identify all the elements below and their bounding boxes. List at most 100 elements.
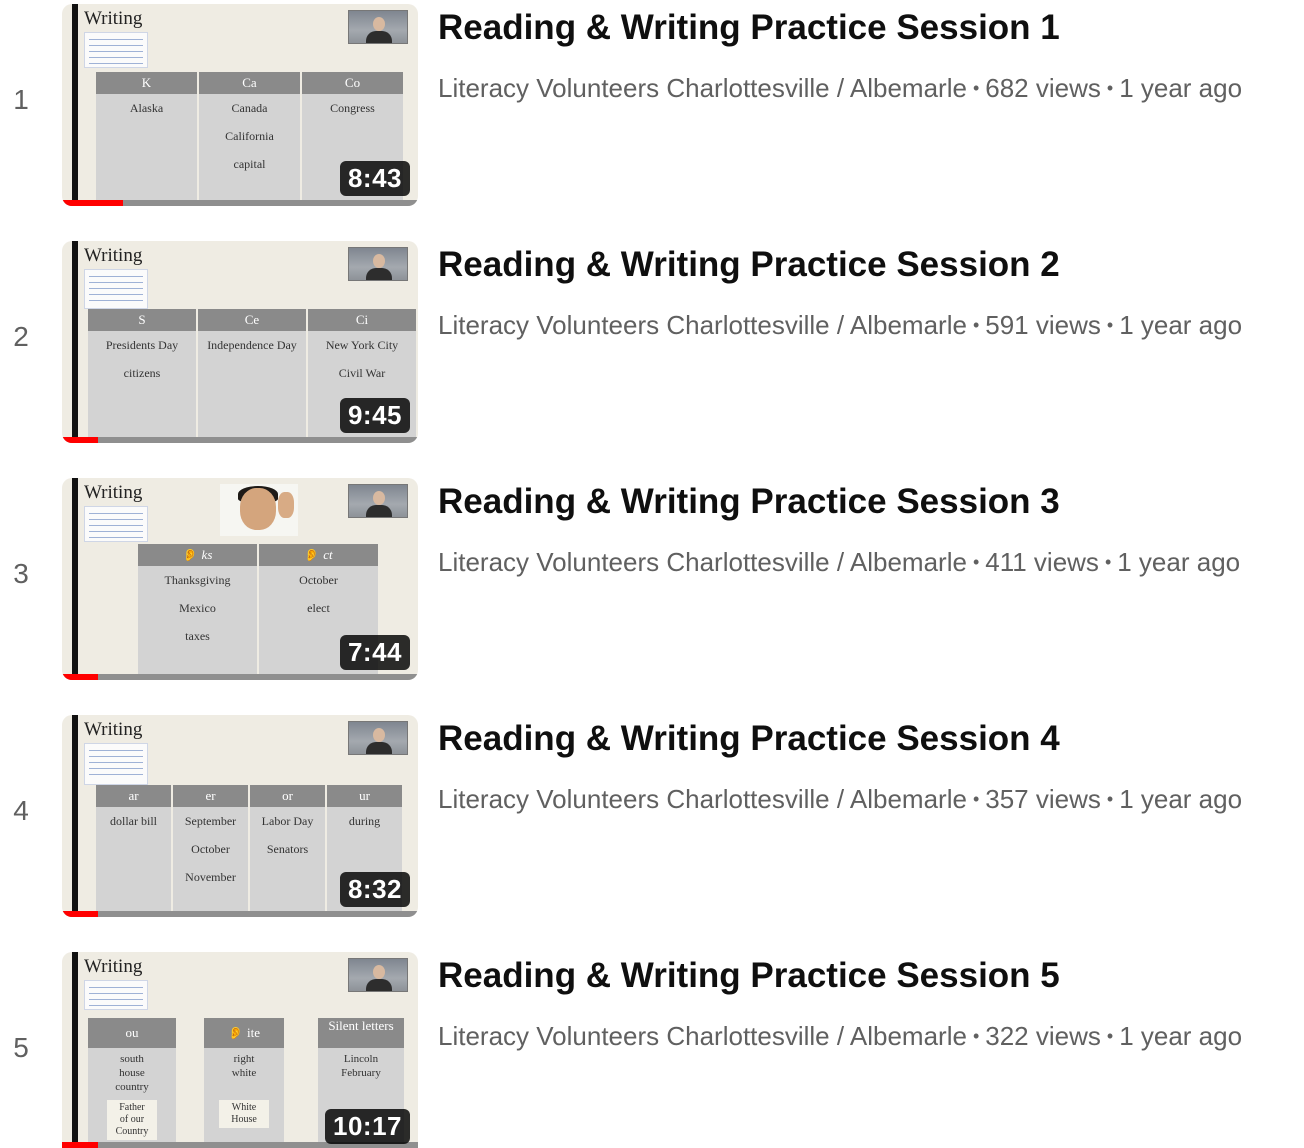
- video-title[interactable]: Reading & Writing Practice Session 2: [438, 245, 1060, 285]
- column-word: Thanksgiving: [164, 573, 231, 587]
- video-thumbnail[interactable]: Writing S Presidents Day citizens Ce Ind…: [62, 241, 418, 443]
- upload-age: 1 year ago: [1119, 73, 1243, 103]
- video-list-item[interactable]: 4 Writing ar dollar bill er September Oc…: [0, 711, 1304, 948]
- video-title[interactable]: Reading & Writing Practice Session 3: [438, 482, 1060, 522]
- column-word: Civil War: [338, 366, 386, 380]
- video-title[interactable]: Reading & Writing Practice Session 4: [438, 719, 1060, 759]
- separator-dot: •: [972, 1026, 980, 1046]
- separator-dot: •: [972, 789, 980, 809]
- separator-dot: •: [972, 315, 980, 335]
- column-header: ur: [327, 785, 402, 807]
- view-count: 357 views: [985, 784, 1101, 814]
- phrase-box: Father of our Country: [107, 1100, 157, 1140]
- channel-name[interactable]: Literacy Volunteers Charlottesville / Al…: [438, 547, 967, 577]
- column-word: during: [348, 814, 381, 828]
- watch-progress-fill: [62, 437, 98, 443]
- duration-badge: 8:43: [339, 161, 410, 196]
- separator-dot: •: [1106, 78, 1114, 98]
- separator-dot: •: [1106, 315, 1114, 335]
- watch-progress-bar: [62, 674, 418, 680]
- column-word: dollar bill: [110, 814, 157, 828]
- column-word: Canada: [231, 101, 268, 115]
- ear-icon: 👂: [182, 548, 198, 562]
- video-title[interactable]: Reading & Writing Practice Session 1: [438, 8, 1060, 48]
- separator-dot: •: [1104, 552, 1112, 572]
- column-word: Senators: [266, 842, 309, 856]
- separator-dot: •: [972, 552, 980, 572]
- upload-age: 1 year ago: [1119, 784, 1243, 814]
- slide-column: 👂 ite right white White House: [204, 1018, 284, 1148]
- video-meta: Literacy Volunteers Charlottesville / Al…: [438, 73, 1242, 104]
- video-list-item[interactable]: 1 Writing K Alaska Ca Canada California …: [0, 0, 1304, 237]
- video-thumbnail[interactable]: Writing ar dollar bill er September Octo…: [62, 715, 418, 917]
- watch-progress-fill: [62, 200, 123, 206]
- slide-column: 👂 ks Thanksgiving Mexico taxes: [138, 544, 257, 674]
- column-word: Lincoln: [343, 1053, 379, 1065]
- watch-progress-fill: [62, 1142, 98, 1148]
- playlist-index: 4: [13, 795, 29, 826]
- column-word: elect: [307, 601, 330, 615]
- ear-icon: 👂: [228, 1026, 243, 1040]
- playlist-index: 5: [13, 1032, 29, 1063]
- slide-border: [72, 478, 78, 674]
- slide-border: [72, 241, 78, 437]
- watch-progress-bar: [62, 200, 418, 206]
- watch-progress-bar: [62, 911, 418, 917]
- presenter-webcam: [348, 10, 408, 44]
- column-word: Alaska: [129, 101, 164, 115]
- slide-border: [72, 715, 78, 911]
- column-header: K: [96, 72, 197, 94]
- separator-dot: •: [972, 78, 980, 98]
- playlist-index: 1: [13, 84, 29, 115]
- column-header: or: [250, 785, 325, 807]
- upload-age: 1 year ago: [1119, 1021, 1243, 1051]
- video-thumbnail[interactable]: Writing K Alaska Ca Canada California ca…: [62, 4, 418, 206]
- watch-progress-fill: [62, 911, 98, 917]
- slide-heading: Writing: [84, 8, 143, 29]
- column-header: Ce: [198, 309, 306, 331]
- slide-column: ou south house country Father of our Cou…: [88, 1018, 176, 1148]
- slide-heading: Writing: [84, 482, 143, 503]
- view-count: 591 views: [985, 310, 1101, 340]
- slide-heading: Writing: [84, 956, 143, 977]
- channel-name[interactable]: Literacy Volunteers Charlottesville / Al…: [438, 73, 967, 103]
- column-header: 👂 ks: [138, 544, 257, 566]
- playlist-index: 3: [13, 558, 29, 589]
- duration-badge: 7:44: [339, 635, 410, 670]
- phrase-word: Country: [115, 1126, 149, 1137]
- watch-progress-bar: [62, 437, 418, 443]
- column-word: November: [185, 870, 236, 884]
- column-header: Co: [302, 72, 403, 94]
- column-header: Silent letters: [318, 1018, 404, 1048]
- column-header: ar: [96, 785, 171, 807]
- column-word: capital: [233, 157, 266, 171]
- column-header: Ca: [199, 72, 300, 94]
- video-list-item[interactable]: 5 Writing ou south house country Father …: [0, 948, 1304, 1148]
- video-list-item[interactable]: 2 Writing S Presidents Day citizens Ce I…: [0, 237, 1304, 474]
- presenter-webcam: [348, 247, 408, 281]
- column-word: October: [299, 573, 338, 587]
- video-thumbnail[interactable]: Writing ou south house country Father of…: [62, 952, 418, 1148]
- video-thumbnail[interactable]: Writing 👂 ks Thanksgiving Mexico taxes 👂 c…: [62, 478, 418, 680]
- column-word: taxes: [185, 629, 210, 643]
- slide-column: er September October November: [173, 785, 248, 911]
- slide-border: [72, 4, 78, 200]
- duration-badge: 10:17: [325, 1109, 410, 1144]
- phrase-word: Father: [119, 1102, 145, 1113]
- channel-name[interactable]: Literacy Volunteers Charlottesville / Al…: [438, 1021, 967, 1051]
- slide-column: Ce Independence Day: [198, 309, 306, 437]
- view-count: 682 views: [985, 73, 1101, 103]
- slide-document-preview: [84, 743, 148, 785]
- video-meta: Literacy Volunteers Charlottesville / Al…: [438, 1021, 1242, 1052]
- column-header: ou: [88, 1018, 176, 1048]
- separator-dot: •: [1106, 1026, 1114, 1046]
- ear-icon: 👂: [304, 548, 320, 562]
- video-list-item[interactable]: 3 Writing 👂 ks Thanksgiving Mexico taxes …: [0, 474, 1304, 711]
- channel-name[interactable]: Literacy Volunteers Charlottesville / Al…: [438, 310, 967, 340]
- phrase-word: House: [231, 1114, 257, 1125]
- column-header-label: ct: [323, 547, 333, 562]
- channel-name[interactable]: Literacy Volunteers Charlottesville / Al…: [438, 784, 967, 814]
- column-word: Independence Day: [207, 338, 297, 352]
- column-word: country: [115, 1081, 149, 1093]
- video-title[interactable]: Reading & Writing Practice Session 5: [438, 956, 1060, 996]
